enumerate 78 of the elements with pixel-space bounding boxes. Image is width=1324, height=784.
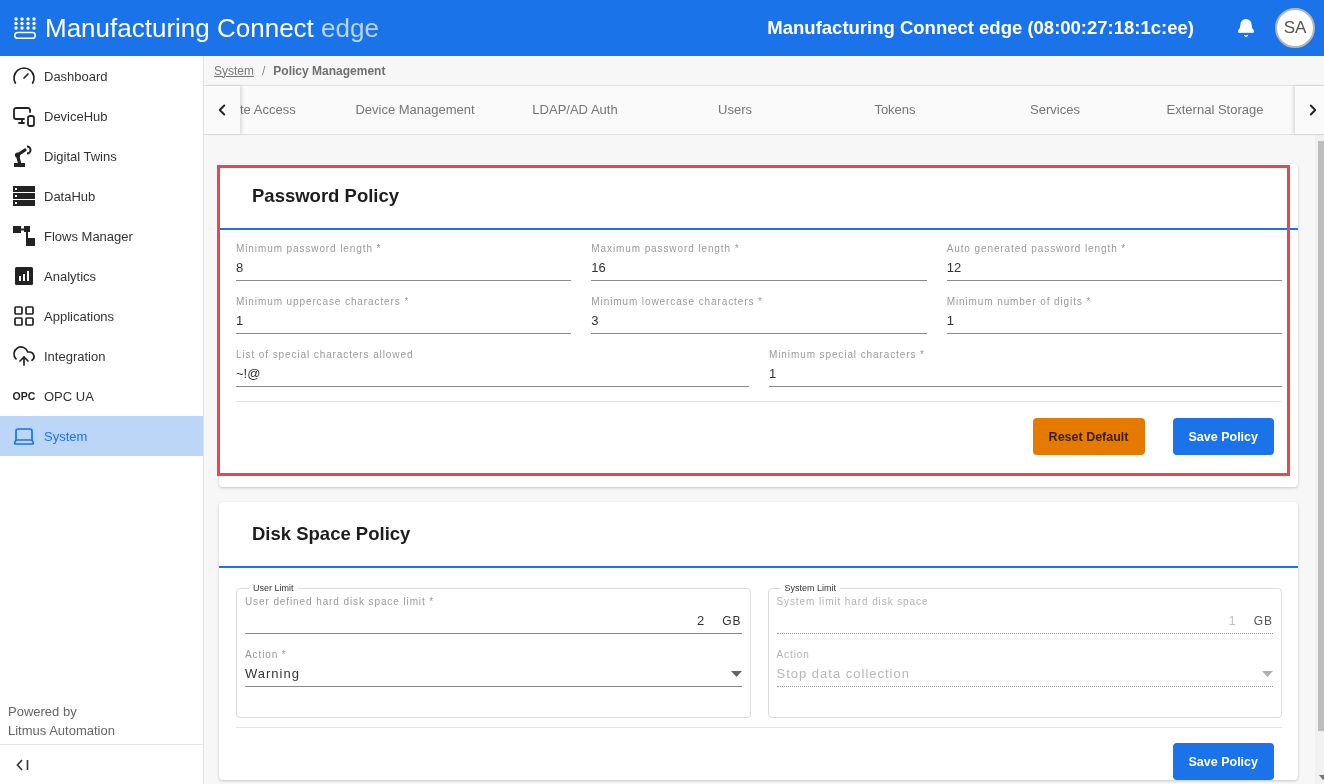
field-label: Minimum number of digits * — [946, 295, 1093, 309]
field-label: Minimum password length * — [236, 242, 383, 256]
text-field[interactable]: 3 — [591, 309, 927, 334]
save-button[interactable]: Save Policy — [1172, 743, 1274, 780]
text-field[interactable]: 1 — [946, 309, 1282, 334]
sidebar-item[interactable]: OPC OPC UA — [0, 376, 203, 416]
tab[interactable]: External Storage — [1135, 86, 1295, 134]
breadcrumb-link[interactable]: System — [214, 63, 254, 78]
device-title: Manufacturing Connect edge (08:00:27:18:1c:ee) — [767, 17, 1194, 39]
caret-icon — [730, 670, 742, 677]
protocol-label: OPC — [12, 390, 36, 402]
sidebar-item[interactable]: Digital Twins — [0, 136, 203, 176]
breadcrumb-current: Policy Management — [273, 63, 386, 78]
save-button[interactable]: Save Policy — [1172, 418, 1274, 455]
text-field[interactable]: 12 — [946, 256, 1282, 281]
field-label: Action — [776, 648, 811, 662]
grid-icon — [12, 304, 36, 328]
collapse-icon — [16, 757, 30, 772]
user-avatar[interactable]: SA — [1275, 8, 1315, 48]
breadcrumb-separator: / — [262, 63, 266, 78]
text-field[interactable]: ~!@ — [236, 362, 749, 387]
bar-chart-icon — [12, 264, 36, 288]
tabs-scroll-right-button[interactable] — [1295, 86, 1324, 134]
field-label: Minimum uppercase characters * — [236, 295, 411, 309]
sidebar-item-label: Dashboard — [44, 68, 108, 84]
flow-tree-icon — [12, 224, 36, 248]
notifications-bell-icon[interactable] — [1236, 18, 1256, 38]
sidebar-item[interactable]: Analytics — [0, 256, 203, 296]
sidebar-item[interactable]: Flows Manager — [0, 216, 203, 256]
field-label: Action * — [245, 648, 288, 662]
sidebar-item-label: Integration — [44, 348, 106, 364]
disk-limit-field[interactable]: 2 GB — [245, 609, 742, 634]
powered-by-text: Powered by — [8, 704, 78, 719]
caret-icon — [1262, 670, 1273, 677]
unit-label: GB — [722, 613, 742, 628]
field-label: System limit hard disk space — [776, 595, 930, 609]
action-select[interactable]: Warning — [245, 662, 742, 687]
text-field[interactable]: 16 — [591, 256, 927, 281]
sidebar-item[interactable]: Integration — [0, 336, 203, 376]
sidebar-item[interactable]: DataHub — [0, 176, 203, 216]
field-label: Auto generated password length * — [946, 242, 1128, 256]
card-title: Disk Space Policy — [252, 523, 411, 545]
field-label: Minimum lowercase characters * — [591, 295, 764, 309]
logo-icon — [14, 17, 36, 39]
sidebar-item-label: System — [44, 428, 88, 444]
devices-icon — [12, 104, 36, 128]
sidebar-item-label: Digital Twins — [44, 148, 117, 164]
tab[interactable]: Tokens — [815, 86, 975, 134]
field-label: User defined hard disk space limit * — [245, 595, 436, 609]
field-label: List of special characters allowed — [236, 348, 415, 362]
tab[interactable]: Device Management — [335, 86, 495, 134]
unit-label: GB — [1253, 613, 1273, 628]
tab[interactable]: Users — [655, 86, 815, 134]
field-label: Maximum password length * — [591, 242, 741, 256]
card-title: Password Policy — [252, 185, 400, 207]
sidebar-item-label: Flows Manager — [44, 228, 133, 244]
sidebar-item-label: OPC UA — [44, 388, 94, 404]
sidebar-item[interactable]: DeviceHub — [0, 96, 203, 136]
sidebar-item[interactable]: Dashboard — [0, 56, 203, 96]
tab[interactable]: Services — [975, 86, 1135, 134]
tab[interactable]: LDAP/AD Auth — [495, 86, 655, 134]
text-field[interactable]: 8 — [236, 256, 572, 281]
sidebar-item[interactable]: Applications — [0, 296, 203, 336]
sidebar-item-label: DataHub — [44, 188, 96, 204]
group-legend: System Limit — [780, 583, 840, 593]
reset-button[interactable]: Reset Default — [1032, 418, 1145, 455]
sidebar-item-label: Applications — [44, 308, 115, 324]
stacked-bars-icon — [12, 184, 36, 208]
field-label: Minimum special characters * — [769, 348, 926, 362]
app-name: Manufacturing Connect edge — [45, 12, 379, 44]
powered-by-text: Litmus Automation — [8, 723, 116, 738]
cloud-upload-icon — [12, 344, 36, 368]
sidebar-item-label: DeviceHub — [44, 108, 108, 124]
tab[interactable]: te Access — [240, 86, 335, 134]
text-field[interactable]: 1 — [769, 362, 1282, 387]
text-field[interactable]: 1 — [236, 309, 572, 334]
sidebar-item-label: Analytics — [44, 268, 97, 284]
group-legend: User Limit — [249, 583, 298, 593]
